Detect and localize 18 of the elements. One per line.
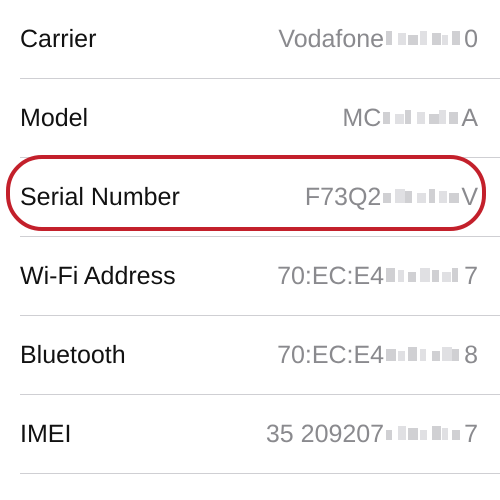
row-value: A (461, 104, 478, 132)
row-label: IMEI (20, 420, 72, 448)
row-value: 8 (464, 340, 478, 370)
row-value: 35 209207 (266, 420, 384, 448)
row-value: Vodafone (278, 24, 384, 54)
row-value: 7 (464, 262, 478, 290)
row-value: 0 (464, 24, 478, 54)
row-label: Model (20, 104, 88, 132)
row-value: 70:EC:E4 (277, 340, 384, 370)
row-value: 7 (464, 420, 478, 448)
row-value: F73Q2 (304, 182, 382, 212)
row-value: 70:EC:E4 (277, 262, 384, 290)
row-label: Wi-Fi Address (20, 262, 176, 290)
row-label: Carrier (20, 24, 96, 54)
row-label: Bluetooth (20, 340, 126, 370)
row-value: V (461, 182, 478, 212)
row-label: Serial Number (20, 182, 180, 212)
row-value: MC (342, 104, 382, 132)
